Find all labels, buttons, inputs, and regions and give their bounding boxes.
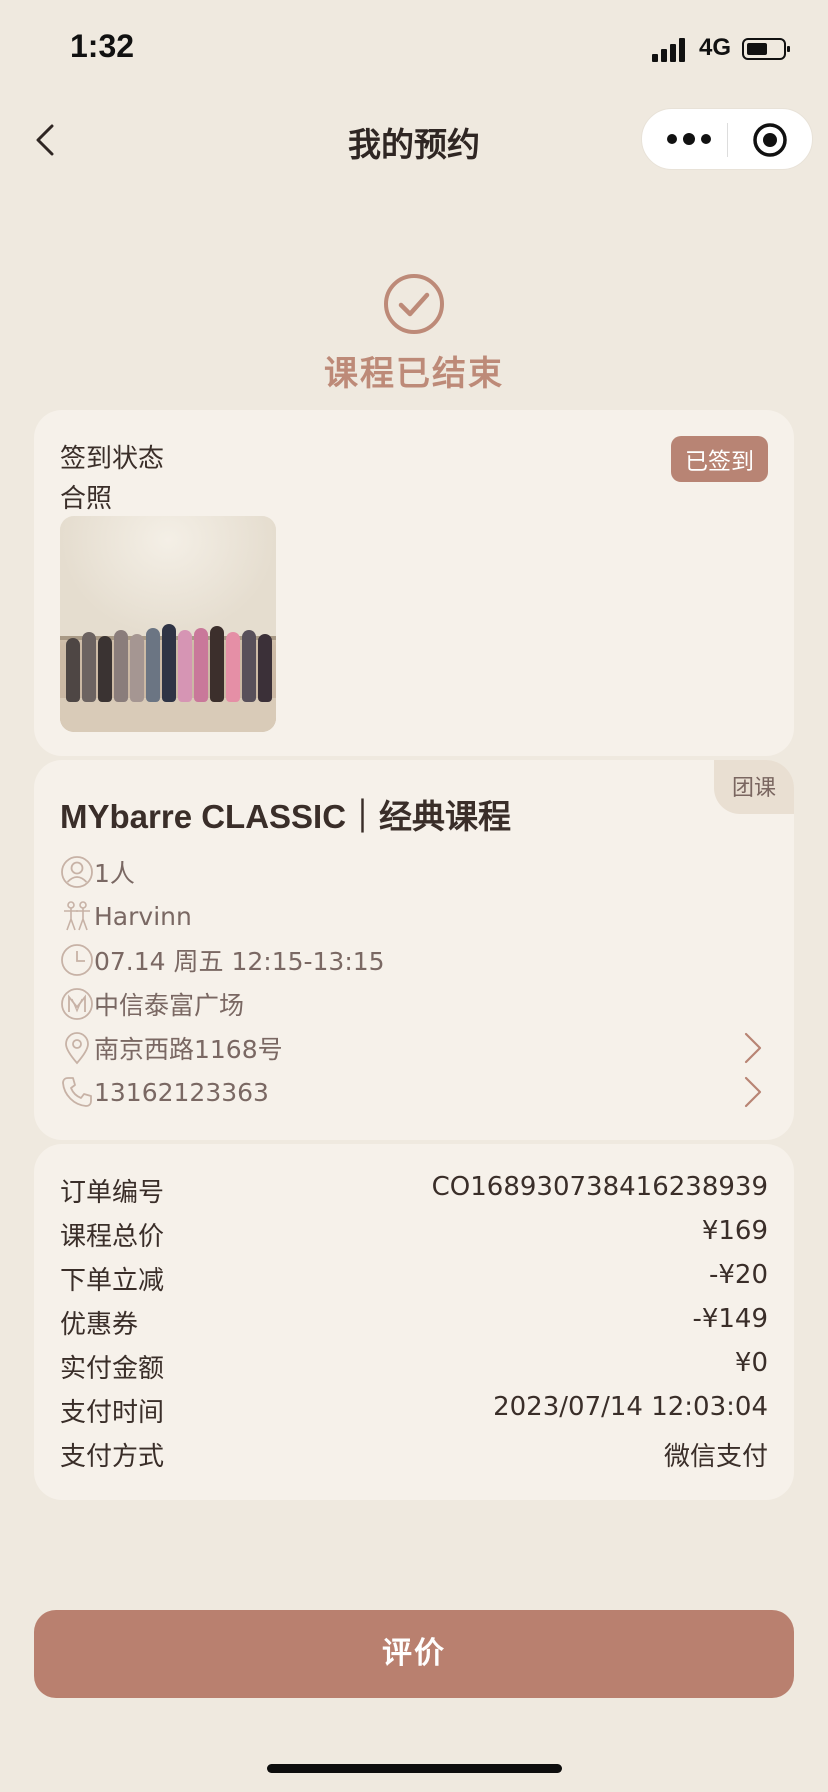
order-row-label: 优惠券 <box>60 1310 139 1340</box>
coach-name: Harvinn <box>94 901 192 931</box>
order-card: 订单编号 CO16893073841623893​9 课程总价 ¥169 下单立… <box>34 1144 794 1500</box>
chevron-right-icon[interactable] <box>742 1030 764 1066</box>
venue-logo-icon <box>61 988 93 1020</box>
person-icon <box>61 856 93 888</box>
order-row-label: 课程总价 <box>60 1222 165 1252</box>
home-indicator <box>267 1764 562 1773</box>
course-title: MYbarre CLASSIC｜经典课程 <box>60 798 512 835</box>
checkin-status-badge: 已签到 <box>671 436 768 482</box>
order-row: 支付时间 2023/07/14 12:03:04 <box>60 1392 768 1432</box>
order-row-value: -¥20 <box>708 1260 768 1290</box>
address-text: 南京西路1168号 <box>94 1035 283 1064</box>
order-row: 下单立减 -¥20 <box>60 1260 768 1300</box>
order-row-value: CO16893073841623893​9 <box>431 1172 768 1202</box>
clock-icon <box>61 944 93 976</box>
dancer-icon <box>64 901 90 931</box>
order-row-label: 支付方式 <box>60 1442 165 1472</box>
battery-icon <box>742 38 790 60</box>
course-time: 07.14 周五 12:15-13:15 <box>94 947 385 976</box>
people-row: 1人 <box>60 852 135 892</box>
order-row-label: 订单编号 <box>60 1178 165 1208</box>
group-photo-label: 合照 <box>60 484 113 514</box>
checkin-card: 签到状态 已签到 合照 <box>34 410 794 756</box>
mini-program-capsule <box>641 108 813 170</box>
order-row: 支付方式 微信支付 <box>60 1436 768 1476</box>
address-row[interactable]: 南京西路1168号 <box>60 1028 283 1068</box>
group-photo[interactable] <box>60 516 276 732</box>
checkin-status-label: 签到状态 <box>60 444 165 474</box>
people-count: 1人 <box>94 859 135 888</box>
course-card: 团课 MYbarre CLASSIC｜经典课程 1人 Harvinn 07.14… <box>34 760 794 1140</box>
order-row-label: 实付金额 <box>60 1354 165 1384</box>
order-row-value: ¥169 <box>701 1216 768 1246</box>
more-icon[interactable] <box>664 127 714 151</box>
venue-row: 中信泰富广场 <box>60 984 244 1024</box>
order-row-label: 支付时间 <box>60 1398 165 1428</box>
phone-icon <box>62 1077 92 1107</box>
chevron-right-icon[interactable] <box>742 1074 764 1110</box>
order-row: 订单编号 CO16893073841623893​9 <box>60 1172 768 1212</box>
order-row-value: 2023/07/14 12:03:04 <box>493 1392 768 1422</box>
order-row-value: ¥0 <box>734 1348 768 1378</box>
location-pin-icon <box>65 1032 89 1065</box>
check-circle-icon <box>384 274 444 334</box>
status-bar: 1:32 4G <box>0 0 828 100</box>
status-time: 1:32 <box>70 28 135 64</box>
time-row: 07.14 周五 12:15-13:15 <box>60 940 385 980</box>
order-row: 课程总价 ¥169 <box>60 1216 768 1256</box>
order-row: 优惠券 -¥149 <box>60 1304 768 1344</box>
venue-name: 中信泰富广场 <box>94 991 245 1020</box>
review-button[interactable]: 评价 <box>34 1610 794 1698</box>
close-target-icon[interactable] <box>752 122 788 158</box>
coach-row: Harvinn <box>60 896 192 936</box>
order-row-label: 下单立减 <box>60 1266 165 1296</box>
order-row-value: 微信支付 <box>663 1442 768 1472</box>
signal-icon <box>652 36 688 62</box>
phone-row[interactable]: 13162123363 <box>60 1072 269 1112</box>
status-title: 课程已结束 <box>324 354 504 394</box>
network-type: 4G <box>699 34 732 61</box>
capsule-divider <box>727 123 728 157</box>
order-row: 实付金额 ¥0 <box>60 1348 768 1388</box>
phone-number: 13162123363 <box>94 1077 269 1107</box>
course-type-tag: 团课 <box>713 760 794 814</box>
order-row-value: -¥149 <box>692 1304 768 1334</box>
